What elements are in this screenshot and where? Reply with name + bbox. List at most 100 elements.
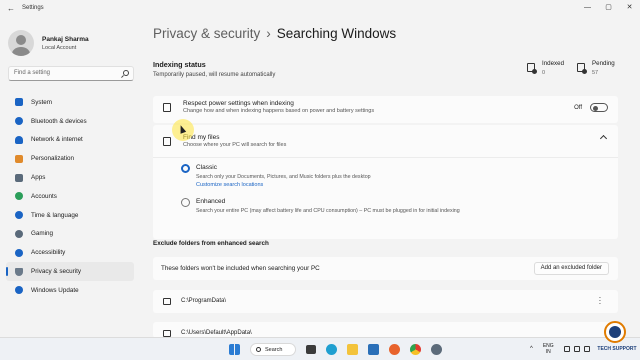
brush-icon bbox=[15, 154, 23, 163]
toggle-state-label: Off bbox=[574, 104, 582, 111]
power-settings-toggle[interactable] bbox=[590, 103, 608, 112]
add-excluded-folder-button[interactable]: Add an excluded folder bbox=[533, 262, 609, 275]
sidebar-item-personalization[interactable]: Personalization bbox=[6, 149, 134, 168]
start-icon[interactable] bbox=[229, 344, 240, 355]
sidebar-item-bluetooth[interactable]: Bluetooth & devices bbox=[6, 112, 134, 131]
sidebar-item-network[interactable]: Network & internet bbox=[6, 131, 134, 150]
power-settings-card[interactable]: Respect power settings when indexing Cha… bbox=[153, 96, 618, 123]
power-settings-title: Respect power settings when indexing bbox=[183, 100, 294, 107]
sidebar-item-label: Apps bbox=[31, 174, 46, 182]
minimize-button[interactable]: — bbox=[577, 0, 598, 16]
search-files-icon bbox=[163, 136, 171, 146]
breadcrumb-parent[interactable]: Privacy & security bbox=[153, 26, 260, 41]
globe-icon bbox=[15, 211, 23, 220]
chevron-up-icon[interactable]: ^ bbox=[530, 346, 533, 352]
chrome-icon[interactable] bbox=[410, 344, 421, 355]
sidebar-item-label: Accounts bbox=[31, 192, 57, 200]
folder-path: C:\Users\Default\AppData\ bbox=[181, 330, 252, 336]
folder-path: C:\ProgramData\ bbox=[181, 298, 227, 304]
excluded-folder-row[interactable]: C:\ProgramData\ · · · bbox=[153, 290, 618, 313]
pending-stat: Pending 57 bbox=[577, 60, 615, 76]
sidebar-item-time-language[interactable]: Time & language bbox=[6, 206, 134, 225]
account-type: Local Account bbox=[42, 44, 77, 51]
sidebar: Pankaj Sharma Local Account Find a setti… bbox=[0, 16, 140, 336]
search-placeholder: Find a setting bbox=[14, 70, 51, 76]
file-explorer-icon[interactable] bbox=[347, 344, 358, 355]
breadcrumb: Privacy & security › Searching Windows bbox=[153, 26, 396, 41]
store-icon[interactable] bbox=[368, 344, 379, 355]
system-icon bbox=[15, 98, 23, 107]
taskbar-search-label: Search bbox=[265, 346, 283, 353]
enhanced-option[interactable]: Enhanced Search your entire PC (may affe… bbox=[181, 198, 460, 214]
folder-icon bbox=[163, 330, 171, 337]
sidebar-item-label: Network & internet bbox=[31, 136, 83, 144]
find-my-files-desc: Choose where your PC will search for fil… bbox=[183, 142, 287, 148]
exclude-folders-text: These folders won't be included when sea… bbox=[161, 265, 320, 272]
sidebar-item-label: Privacy & security bbox=[31, 268, 82, 276]
sidebar-item-system[interactable]: System bbox=[6, 93, 134, 112]
excluded-folder-row[interactable]: C:\Users\Default\AppData\ bbox=[153, 322, 618, 338]
gamepad-icon bbox=[15, 229, 23, 238]
sidebar-item-accessibility[interactable]: Accessibility bbox=[6, 243, 134, 262]
pending-value: 57 bbox=[592, 70, 599, 76]
user-profile[interactable]: Pankaj Sharma Local Account bbox=[8, 30, 89, 56]
sidebar-item-gaming[interactable]: Gaming bbox=[6, 225, 134, 244]
customize-search-locations-link[interactable]: Customize search locations bbox=[196, 182, 371, 188]
sidebar-item-accounts[interactable]: Accounts bbox=[6, 187, 134, 206]
breadcrumb-separator: › bbox=[266, 26, 271, 41]
logo-mark bbox=[604, 321, 626, 343]
taskbar: Search ^ ENG IN bbox=[0, 337, 640, 360]
find-my-files-header[interactable]: Find my files Choose where your PC will … bbox=[153, 133, 618, 149]
pending-label: Pending bbox=[592, 60, 615, 67]
indexed-stat: Indexed 0 bbox=[527, 60, 564, 76]
taskbar-search[interactable]: Search bbox=[250, 343, 296, 356]
find-my-files-title: Find my files bbox=[183, 134, 220, 141]
exclude-folders-row: These folders won't be included when sea… bbox=[153, 257, 618, 280]
battery-icon[interactable] bbox=[583, 346, 590, 352]
indexing-status-heading: Indexing status bbox=[153, 60, 206, 69]
sidebar-item-label: Bluetooth & devices bbox=[31, 117, 87, 125]
cursor-highlight bbox=[172, 119, 194, 141]
classic-title: Classic bbox=[196, 164, 217, 171]
apps-icon bbox=[15, 173, 23, 182]
system-tray: ^ ENG IN bbox=[530, 343, 594, 355]
folder-icon bbox=[163, 298, 171, 305]
maximize-button[interactable]: ▢ bbox=[598, 0, 619, 16]
classic-option[interactable]: Classic Search only your Documents, Pict… bbox=[181, 164, 371, 188]
task-view-icon[interactable] bbox=[306, 345, 316, 354]
sidebar-item-label: Accessibility bbox=[31, 249, 66, 257]
sidebar-item-apps[interactable]: Apps bbox=[6, 168, 134, 187]
tech-support-logo: TECH SUPPORT bbox=[594, 321, 640, 360]
settings-icon[interactable] bbox=[431, 344, 442, 355]
indexed-value: 0 bbox=[542, 70, 546, 76]
accessibility-icon bbox=[15, 248, 23, 257]
search-input[interactable]: Find a setting bbox=[8, 66, 134, 81]
classic-radio[interactable] bbox=[181, 164, 190, 173]
firefox-icon[interactable] bbox=[389, 344, 400, 355]
edge-icon[interactable] bbox=[326, 344, 337, 355]
volume-icon[interactable] bbox=[573, 346, 580, 352]
wifi-icon bbox=[15, 135, 23, 144]
power-settings-desc: Change how and when indexing happens bas… bbox=[183, 108, 375, 114]
sidebar-item-privacy-security[interactable]: Privacy & security bbox=[6, 262, 134, 281]
sidebar-item-label: Time & language bbox=[31, 211, 79, 219]
sidebar-item-windows-update[interactable]: Windows Update bbox=[6, 281, 134, 300]
avatar bbox=[8, 30, 34, 56]
enhanced-radio[interactable] bbox=[181, 198, 190, 207]
language-line2: IN bbox=[545, 349, 551, 355]
update-icon bbox=[15, 286, 23, 295]
more-options-icon[interactable]: · · · bbox=[598, 294, 602, 308]
wifi-icon[interactable] bbox=[563, 346, 570, 352]
logo-text: TECH SUPPORT bbox=[597, 346, 637, 352]
title-bar: ← Settings — ▢ ✕ bbox=[0, 0, 640, 16]
language-indicator[interactable]: ENG IN bbox=[543, 343, 554, 355]
divider bbox=[153, 157, 618, 158]
enhanced-title: Enhanced bbox=[196, 198, 226, 205]
shield-icon bbox=[15, 267, 23, 276]
find-my-files-card: Find my files Choose where your PC will … bbox=[153, 125, 618, 239]
back-arrow-icon[interactable]: ← bbox=[0, 4, 22, 13]
sidebar-item-label: Windows Update bbox=[31, 286, 79, 294]
search-icon bbox=[256, 347, 261, 352]
user-name: Pankaj Sharma bbox=[42, 35, 89, 43]
close-button[interactable]: ✕ bbox=[619, 0, 640, 16]
